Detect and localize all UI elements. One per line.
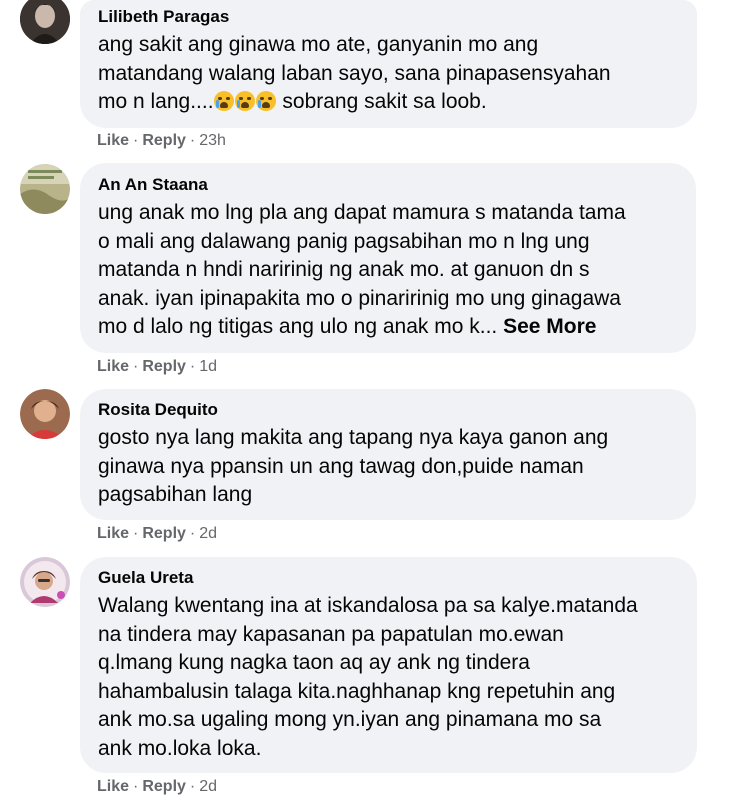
separator: · — [189, 358, 196, 375]
crying-face-emoji-icon — [255, 91, 276, 111]
comment-author[interactable]: Guela Ureta — [98, 568, 679, 588]
separator: · — [189, 778, 196, 795]
comment-bubble: Lilibeth Paragas ang sakit ang ginawa mo… — [80, 0, 697, 128]
comment-bubble: Guela Ureta Walang kwentang ina at iskan… — [80, 557, 697, 773]
comment-actions: Like · Reply · 2d — [97, 524, 217, 544]
separator: · — [189, 132, 196, 149]
avatar[interactable] — [20, 164, 70, 214]
avatar-image — [20, 389, 70, 439]
comment-actions: Like · Reply · 2d — [97, 777, 217, 797]
separator: · — [133, 358, 139, 375]
comment-author[interactable]: Rosita Dequito — [98, 400, 678, 420]
separator: · — [133, 525, 139, 542]
comment-author[interactable]: An An Staana — [98, 175, 678, 195]
like-button[interactable]: Like — [97, 132, 129, 149]
reply-button[interactable]: Reply — [142, 358, 186, 375]
reply-button[interactable]: Reply — [142, 525, 186, 542]
like-button[interactable]: Like — [97, 358, 129, 375]
crying-face-emoji-icon — [213, 91, 234, 111]
like-button[interactable]: Like — [97, 525, 129, 542]
comment-text: gosto nya lang makita ang tapang nya kay… — [98, 426, 609, 506]
separator: · — [133, 132, 139, 149]
comment-timestamp[interactable]: 2d — [199, 525, 217, 542]
comment-text: ang sakit ang ginawa mo ate, ganyanin mo… — [98, 31, 679, 117]
avatar-image — [20, 0, 70, 44]
crying-face-emoji-icon — [234, 91, 255, 111]
comment-author[interactable]: Lilibeth Paragas — [98, 7, 679, 27]
comment-bubble: Rosita Dequito gosto nya lang makita ang… — [80, 389, 696, 520]
avatar-image — [20, 164, 70, 214]
comment-actions: Like · Reply · 23h — [97, 131, 226, 151]
comment-text: Walang kwentang ina at iskandalosa pa sa… — [98, 594, 638, 760]
avatar[interactable] — [20, 389, 70, 439]
reply-button[interactable]: Reply — [142, 778, 186, 795]
separator: · — [189, 525, 196, 542]
see-more-link[interactable]: See More — [503, 315, 596, 338]
comment-timestamp[interactable]: 1d — [199, 358, 217, 375]
comment-text: ung anak mo lng pla ang dapat mamura s m… — [98, 199, 678, 342]
comment-text-part: sobrang sakit sa loob. — [276, 90, 487, 113]
like-button[interactable]: Like — [97, 778, 129, 795]
comment-bubble: An An Staana ung anak mo lng pla ang dap… — [80, 163, 696, 353]
reply-button[interactable]: Reply — [142, 132, 186, 149]
avatar-image — [20, 557, 70, 607]
comment-actions: Like · Reply · 1d — [97, 357, 217, 377]
comment-timestamp[interactable]: 23h — [199, 132, 226, 149]
separator: · — [133, 778, 139, 795]
avatar[interactable] — [20, 557, 70, 607]
comment-timestamp[interactable]: 2d — [199, 778, 217, 795]
avatar[interactable] — [20, 0, 70, 44]
